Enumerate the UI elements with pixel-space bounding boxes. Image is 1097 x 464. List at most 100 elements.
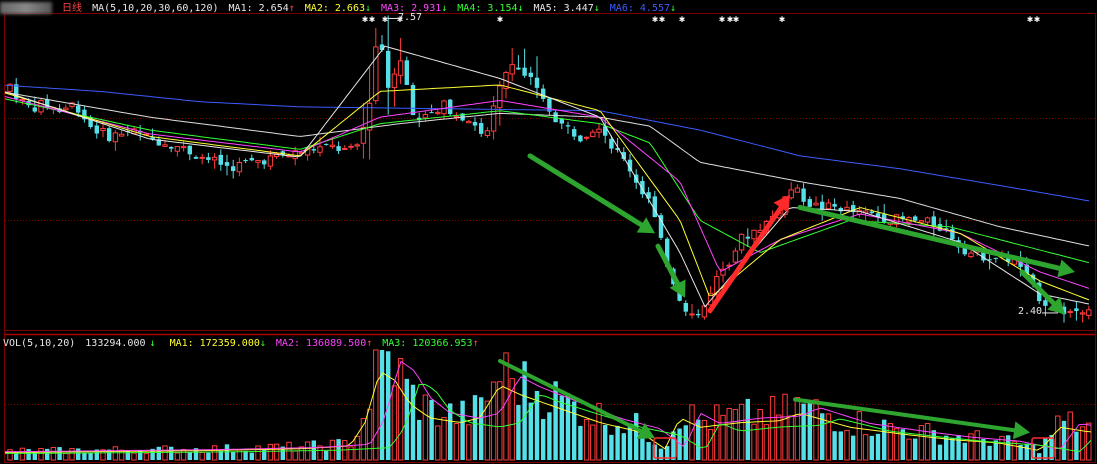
ma-value-5: MA5: 3.447↓ [534, 3, 606, 14]
candle-body-up [583, 136, 590, 139]
down-arrow-shaft [527, 153, 644, 228]
candle-body-up [373, 46, 379, 102]
volume-bar-up [974, 430, 980, 461]
volume-bar-down [472, 395, 478, 460]
candle-body-down [696, 313, 701, 316]
ma-value-arrow: ↑ [288, 3, 295, 14]
volume-bar-up [292, 450, 298, 461]
candle-body-up [689, 313, 695, 316]
candle-body-down [218, 154, 223, 165]
candle-body-down [572, 129, 577, 137]
stock-chart-window: ✱ ✱ ✱ ✱ ✱ ✱ ✱ ✱ ✱ ✱ ✱ ✱ ✱ ✱ 日线 MA(5,10,20,30,60,120) … [0, 0, 1097, 464]
volume-bar-up [726, 407, 732, 461]
volume-bar-down [26, 449, 31, 460]
volume-bar-up [131, 452, 137, 461]
volume-bar-down [417, 419, 422, 460]
candle-body-up [751, 229, 757, 240]
candle-body-down [311, 149, 316, 151]
volume-bar-down [807, 399, 812, 460]
volume-bar-down [1043, 437, 1048, 460]
candle-body-up [354, 144, 360, 147]
volume-bar-up [69, 448, 75, 461]
volume-bar-down [169, 446, 174, 460]
candle-body-up [590, 131, 596, 138]
candle-body-down [522, 67, 527, 76]
candle-body-down [249, 158, 254, 161]
candle-body-down [559, 119, 564, 124]
ma-value-label: MA4: [457, 3, 488, 14]
event-marker: ✱ [733, 14, 739, 25]
volume-bar-down [875, 433, 881, 460]
vol-current: 133294.000 ↓ [85, 338, 159, 349]
candle-body-down [224, 162, 230, 166]
volume-bar-down [379, 350, 385, 460]
chart-canvas[interactable]: ✱ ✱ ✱ ✱ ✱ ✱ ✱ ✱ ✱ ✱ ✱ ✱ ✱ ✱ [0, 0, 1097, 464]
period-label[interactable]: 日线 [62, 3, 82, 14]
volume-bar-up [906, 438, 912, 461]
candle-body-down [528, 72, 533, 77]
volume-bar-up [38, 447, 44, 461]
ma-line-ma20 [4, 96, 1090, 289]
volume-bar-down [187, 452, 192, 460]
volume-bar-up [267, 443, 274, 461]
volume-bar-down [609, 434, 614, 460]
volume-bar-up [968, 433, 974, 461]
down-arrow-head [1012, 421, 1030, 440]
candle-body-down [187, 145, 192, 155]
candle-body-up [255, 159, 261, 163]
volume-bar-up [391, 385, 398, 461]
volume-bar-up [63, 453, 69, 461]
volume-bar-down [950, 438, 955, 460]
event-marker: ✱ [719, 14, 725, 25]
candle-body-up [509, 64, 515, 75]
candle-body-down [950, 228, 955, 240]
candle-body-up [63, 107, 69, 111]
volume-bar-down [621, 433, 626, 460]
candle-body-up [118, 133, 125, 137]
vol-current-value: 133294.000 [85, 338, 146, 349]
volume-bar-down [88, 452, 93, 460]
candle-body-up [968, 252, 974, 258]
volume-bar-down [931, 430, 936, 460]
volume-bar-down [634, 413, 639, 460]
candle-body-down [479, 123, 484, 134]
volume-bar-up [435, 425, 441, 461]
candle-body-up [317, 146, 323, 153]
candle-body-up [1086, 309, 1092, 316]
volume-bar-down [559, 395, 564, 460]
volume-bar-up [199, 451, 205, 461]
volume-bar-down [138, 450, 143, 460]
candle-body-down [609, 138, 614, 149]
candle-body-down [243, 160, 248, 162]
ma-line-ma10 [4, 84, 1090, 301]
candle-body-up [484, 130, 491, 136]
candle-body-up [174, 146, 181, 152]
candle-body-down [807, 199, 812, 207]
volume-bar-down [838, 431, 843, 460]
volume-bar-down [565, 393, 571, 460]
candle-body-up [180, 146, 187, 149]
volume-bar-down [516, 404, 521, 460]
down-arrow-head [1057, 259, 1075, 278]
candle-body-down [683, 302, 688, 312]
volume-bar-up [844, 430, 850, 461]
vol-current-arrow: ↓ [149, 338, 156, 349]
ma-value-number: 3.154 [487, 3, 518, 14]
volume-bar-down [336, 439, 341, 460]
stock-name-redacted [0, 2, 52, 14]
volume-bar-down [937, 444, 943, 460]
volume-bar-up [1055, 415, 1061, 461]
candle-body-down [206, 157, 211, 160]
low-price-label: 2.40 [1018, 305, 1043, 317]
candle-body-down [429, 112, 434, 114]
volume-bar-down [572, 401, 577, 460]
volume-bar-down [1006, 435, 1011, 460]
candle-body-up [100, 128, 106, 131]
volume-bar-down [156, 446, 161, 460]
volume-bar-up [763, 424, 770, 461]
volume-bar-up [497, 381, 503, 461]
vol-ma-value-3: MA3: 120366.953↑ [382, 338, 484, 349]
high-price-label: 7.57 [398, 12, 423, 24]
volume-bar-down [1037, 453, 1042, 460]
candle-body-up [211, 156, 218, 161]
